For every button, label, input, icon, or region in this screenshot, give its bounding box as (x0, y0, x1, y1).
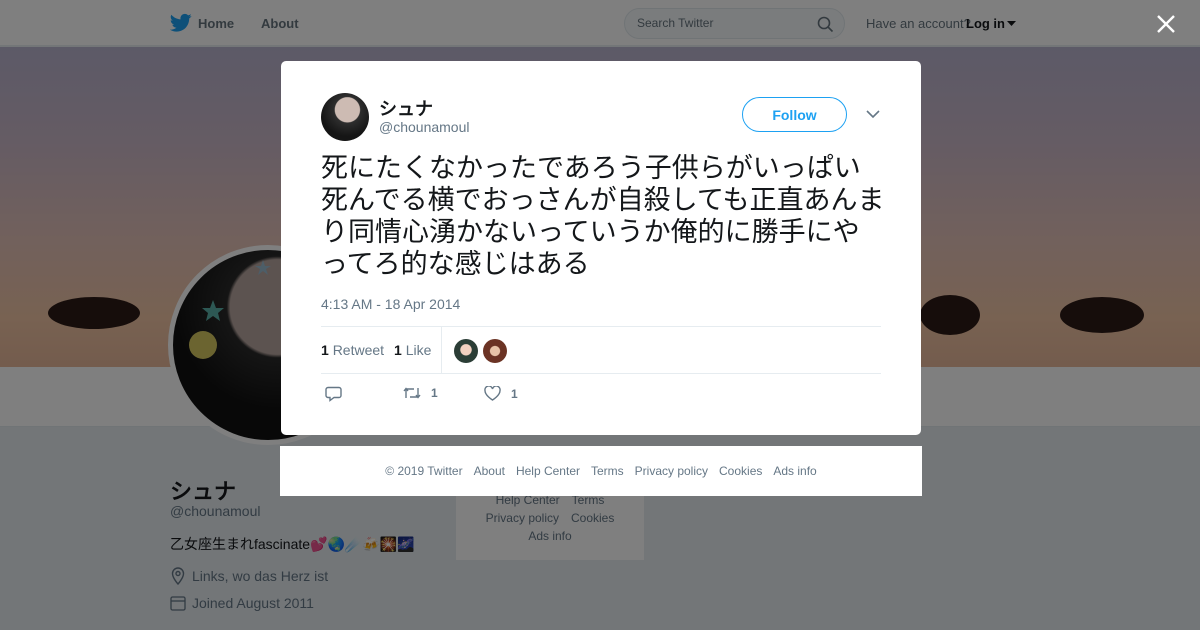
like-action-count: 1 (511, 386, 518, 401)
footer-ads-info-link[interactable]: Ads info (773, 464, 816, 478)
footer-privacy-link[interactable]: Privacy policy (635, 464, 708, 478)
stats-divider (441, 327, 442, 374)
chevron-down-icon[interactable] (866, 109, 880, 119)
retweet-action-count: 1 (431, 386, 438, 400)
liker-avatar[interactable] (483, 339, 507, 363)
tweet-timestamp[interactable]: 4:13 AM - 18 Apr 2014 (321, 296, 460, 312)
footer-terms-link[interactable]: Terms (591, 464, 624, 478)
like-count: 1 (394, 342, 402, 358)
reply-icon (325, 386, 342, 402)
retweet-icon (403, 387, 421, 399)
footer-help-center-link[interactable]: Help Center (516, 464, 580, 478)
retweet-stat-label: Retweet (332, 342, 385, 358)
retweet-stat[interactable]: 1 Retweet (321, 342, 384, 358)
like-button[interactable]: 1 (484, 386, 518, 401)
tweet-stats: 1 Retweet 1 Like (321, 326, 881, 374)
modal-footer: © 2019 Twitter About Help Center Terms P… (280, 446, 922, 496)
like-stat[interactable]: 1 Like (394, 342, 431, 358)
tweet-permalink-modal: シュナ @chounamoul Follow 死にたくなかったであろう子供らがい… (281, 61, 921, 435)
reply-button[interactable] (325, 386, 342, 402)
heart-icon (484, 386, 501, 401)
like-stat-label: Like (405, 342, 432, 358)
liker-avatar[interactable] (454, 339, 478, 363)
tweet-actions: 1 1 (321, 386, 881, 406)
tweet-author-name[interactable]: シュナ (379, 95, 433, 121)
footer-about-link[interactable]: About (474, 464, 505, 478)
tweet-author-avatar[interactable] (321, 93, 369, 141)
tweet-author-handle[interactable]: @chounamoul (379, 119, 470, 135)
retweet-count: 1 (321, 342, 329, 358)
retweet-button[interactable]: 1 (403, 386, 438, 400)
copyright-text: © 2019 Twitter (385, 464, 463, 478)
close-icon[interactable] (1155, 13, 1177, 35)
follow-button[interactable]: Follow (742, 97, 847, 132)
tweet-text: 死にたくなかったであろう子供らがいっぱい死んでる横でおっさんが自殺しても正直あん… (321, 153, 885, 280)
footer-cookies-link[interactable]: Cookies (719, 464, 762, 478)
